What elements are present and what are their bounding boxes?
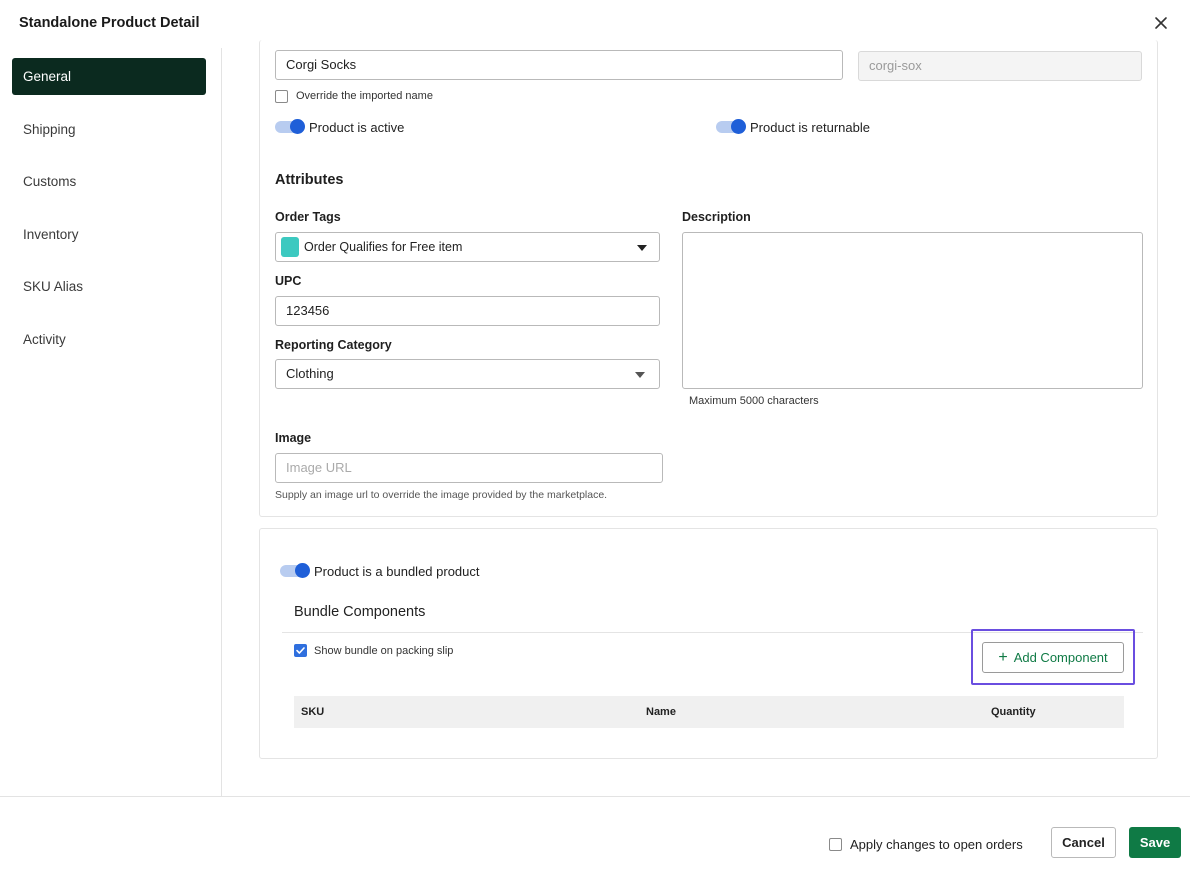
chevron-down-icon <box>635 372 645 378</box>
sidebar-item-shipping[interactable]: Shipping <box>12 111 206 148</box>
close-icon[interactable] <box>1150 12 1172 34</box>
product-name-input[interactable]: Corgi Socks <box>275 50 843 80</box>
apply-open-orders-checkbox[interactable] <box>829 838 842 851</box>
order-tag-color-swatch <box>281 237 299 257</box>
modal-title: Standalone Product Detail <box>19 15 200 31</box>
override-name-checkbox[interactable] <box>275 90 288 103</box>
upc-label: UPC <box>275 274 302 288</box>
add-component-button[interactable]: + Add Component <box>982 642 1124 673</box>
column-header-sku: SKU <box>301 706 325 718</box>
upc-input[interactable]: 123456 <box>275 296 660 326</box>
attributes-title: Attributes <box>275 172 344 188</box>
image-label: Image <box>275 431 312 445</box>
add-component-label: Add Component <box>1013 650 1108 665</box>
reporting-category-value: Clothing <box>286 366 334 381</box>
returnable-toggle[interactable] <box>716 119 746 134</box>
override-name-label: Override the imported name <box>296 90 433 102</box>
sidebar-item-general[interactable]: General <box>12 58 206 95</box>
sidebar-item-customs[interactable]: Customs <box>12 163 206 200</box>
reporting-category-select[interactable]: Clothing <box>275 359 660 389</box>
modal-footer: Apply changes to open orders Cancel Save <box>0 796 1190 883</box>
cancel-button[interactable]: Cancel <box>1051 827 1116 858</box>
order-tags-select[interactable]: Order Qualifies for Free item <box>275 232 660 262</box>
returnable-label: Product is returnable <box>750 120 870 135</box>
save-button[interactable]: Save <box>1129 827 1181 858</box>
column-header-name: Name <box>646 706 676 718</box>
description-label: Description <box>682 210 751 224</box>
plus-icon: + <box>998 649 1008 666</box>
column-header-quantity: Quantity <box>991 706 1036 718</box>
chevron-down-icon <box>637 245 647 251</box>
description-textarea[interactable] <box>682 232 1143 389</box>
bundled-label: Product is a bundled product <box>314 564 480 579</box>
sidebar-item-inventory[interactable]: Inventory <box>12 216 206 253</box>
image-hint: Supply an image url to override the imag… <box>275 489 608 501</box>
order-tags-label: Order Tags <box>275 210 341 224</box>
show-bundle-checkbox[interactable] <box>294 644 307 657</box>
active-label: Product is active <box>309 120 405 135</box>
sku-input: corgi-sox <box>858 51 1142 81</box>
reporting-category-label: Reporting Category <box>275 338 392 352</box>
sidebar-nav: General Shipping Customs Inventory SKU A… <box>0 48 222 796</box>
bundled-toggle[interactable] <box>280 563 310 578</box>
apply-open-orders-label: Apply changes to open orders <box>850 837 1023 852</box>
image-url-input[interactable]: Image URL <box>275 453 663 483</box>
bundle-components-title: Bundle Components <box>294 604 426 620</box>
sidebar-item-sku-alias[interactable]: SKU Alias <box>12 268 206 305</box>
bundle-table-header: SKU Name Quantity <box>294 696 1124 728</box>
show-bundle-label: Show bundle on packing slip <box>314 645 454 657</box>
active-toggle[interactable] <box>275 119 305 134</box>
description-hint: Maximum 5000 characters <box>689 395 819 407</box>
sidebar-item-activity[interactable]: Activity <box>12 321 206 358</box>
order-tags-value: Order Qualifies for Free item <box>304 240 463 254</box>
